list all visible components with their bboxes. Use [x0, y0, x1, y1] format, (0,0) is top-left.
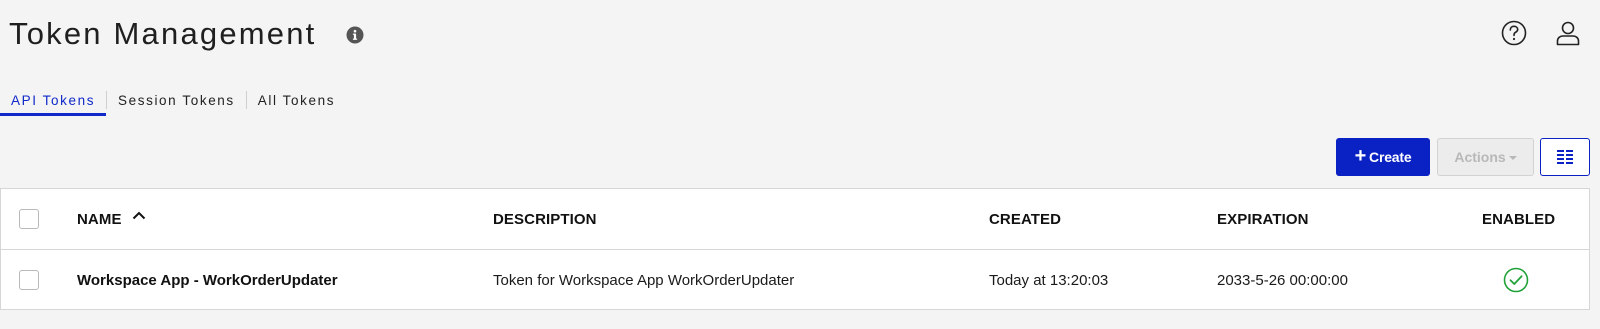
- column-header-created[interactable]: CREATED: [989, 189, 1061, 249]
- column-header-enabled[interactable]: ENABLED: [1482, 189, 1555, 249]
- token-name[interactable]: Workspace App - WorkOrderUpdater: [77, 250, 338, 310]
- table-row[interactable]: Workspace App - WorkOrderUpdater Token f…: [1, 250, 1589, 310]
- token-tabs: API Tokens Session Tokens All Tokens: [0, 86, 346, 116]
- caret-down-icon: [1508, 156, 1517, 160]
- column-header-description[interactable]: DESCRIPTION: [493, 189, 597, 249]
- column-header-name-label: NAME: [77, 210, 122, 228]
- actions-button-label: Actions: [1454, 149, 1506, 165]
- info-icon[interactable]: [346, 26, 364, 44]
- tab-session-tokens[interactable]: Session Tokens: [107, 86, 246, 116]
- token-created: Today at 13:20:03: [989, 271, 1109, 289]
- enabled-check-icon: [1503, 267, 1529, 293]
- select-all-checkbox[interactable]: [19, 209, 39, 229]
- page-title: Token Management: [9, 16, 317, 51]
- tokens-table: NAME DESCRIPTION CREATED EXPIRATION ENAB…: [0, 188, 1590, 310]
- create-button[interactable]: + Create: [1336, 138, 1430, 176]
- row-select-cell: [19, 250, 39, 310]
- help-icon[interactable]: [1499, 18, 1529, 48]
- token-description: Token for Workspace App WorkOrderUpdater: [493, 271, 795, 289]
- create-button-label: Create: [1369, 149, 1412, 165]
- column-chooser-button[interactable]: [1540, 138, 1590, 176]
- select-all-cell: [19, 189, 39, 249]
- column-chooser-icon: [1557, 150, 1573, 164]
- column-header-name[interactable]: NAME: [77, 189, 146, 249]
- tab-api-tokens[interactable]: API Tokens: [0, 86, 107, 116]
- token-expiration: 2033-5-26 00:00:00: [1217, 271, 1348, 289]
- enabled-cell: [1503, 250, 1529, 310]
- row-checkbox[interactable]: [19, 270, 39, 290]
- plus-icon: +: [1354, 145, 1367, 167]
- user-icon[interactable]: [1553, 18, 1583, 48]
- table-header-row: NAME DESCRIPTION CREATED EXPIRATION ENAB…: [1, 189, 1589, 250]
- tab-all-tokens[interactable]: All Tokens: [247, 86, 346, 116]
- actions-dropdown-button[interactable]: Actions: [1437, 138, 1534, 176]
- sort-ascending-icon: [132, 211, 145, 219]
- column-header-expiration[interactable]: EXPIRATION: [1217, 189, 1309, 249]
